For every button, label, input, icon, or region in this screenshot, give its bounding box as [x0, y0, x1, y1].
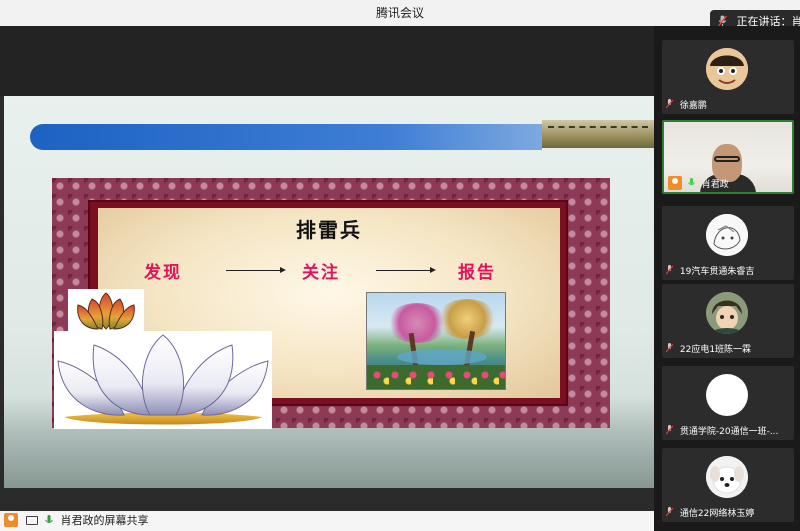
- mic-muted-icon: [666, 99, 673, 109]
- participant-tile[interactable]: 19汽车贯通朱睿吉: [662, 206, 794, 280]
- mic-muted-icon: [666, 425, 673, 435]
- mic-muted-icon: [666, 265, 673, 275]
- share-status-bar[interactable]: 肖君政的屏幕共享: [0, 511, 654, 531]
- participant-name: 贯通学院-20通信一班-...: [679, 427, 779, 437]
- anime-avatar-icon: [706, 292, 748, 334]
- screen-share-area: 排雷兵 发现 关注 报告: [0, 26, 654, 511]
- window-title-bar: 腾讯会议: [0, 0, 800, 26]
- mic-on-icon: [45, 515, 53, 523]
- participant-tile-active[interactable]: 肖君政: [662, 120, 794, 194]
- puppy-avatar-icon: [706, 456, 748, 498]
- participant-name: 通信22网络林玉婷: [679, 509, 755, 519]
- share-label: 肖君政的屏幕共享: [60, 514, 149, 527]
- lotus-large-image: [54, 331, 272, 429]
- participant-tile[interactable]: 通信22网络林玉婷: [662, 448, 794, 522]
- mic-muted-icon: [666, 507, 673, 517]
- cartoon-avatar-icon: [706, 48, 748, 90]
- blank-avatar-icon: [706, 374, 748, 416]
- arrow-icon: [226, 267, 286, 273]
- user-icon: [4, 513, 18, 527]
- participant-tile[interactable]: 22应电1班陈一霖: [662, 284, 794, 358]
- step-3: 报告: [458, 263, 496, 283]
- lotus-small-image: [68, 289, 144, 333]
- screen-share-icon: [25, 516, 38, 525]
- window-title: 腾讯会议: [375, 6, 424, 20]
- mic-on-icon: [687, 178, 695, 186]
- user-icon: [668, 176, 682, 190]
- participant-name: 徐嘉鹏: [679, 101, 707, 111]
- step-1: 发现: [144, 263, 182, 283]
- shared-slide: 排雷兵 发现 关注 报告: [4, 96, 654, 488]
- slide-blue-banner: [30, 124, 542, 150]
- mic-muted-icon: [666, 343, 673, 353]
- participant-list[interactable]: 徐嘉鹏 肖君政 19汽车贯通朱睿吉 22应电1班陈一霖 贯通学院-20通信一班-…: [654, 26, 800, 531]
- slide-painting-image: [366, 292, 506, 390]
- slide-title: 排雷兵: [296, 218, 362, 242]
- participant-name: 19汽车贯通朱睿吉: [679, 267, 755, 277]
- sketch-avatar-icon: [706, 214, 748, 256]
- slide-steps: 发现 关注 报告: [98, 258, 560, 283]
- participant-tile[interactable]: 徐嘉鹏: [662, 40, 794, 114]
- participant-name: 肖君政: [701, 180, 729, 190]
- share-top-blank: [0, 26, 654, 96]
- arrow-icon: [376, 267, 436, 273]
- step-2: 关注: [302, 263, 340, 283]
- participant-tile[interactable]: 贯通学院-20通信一班-...: [662, 366, 794, 440]
- slide-landscape-image: [542, 120, 654, 148]
- participant-name: 22应电1班陈一霖: [679, 345, 752, 355]
